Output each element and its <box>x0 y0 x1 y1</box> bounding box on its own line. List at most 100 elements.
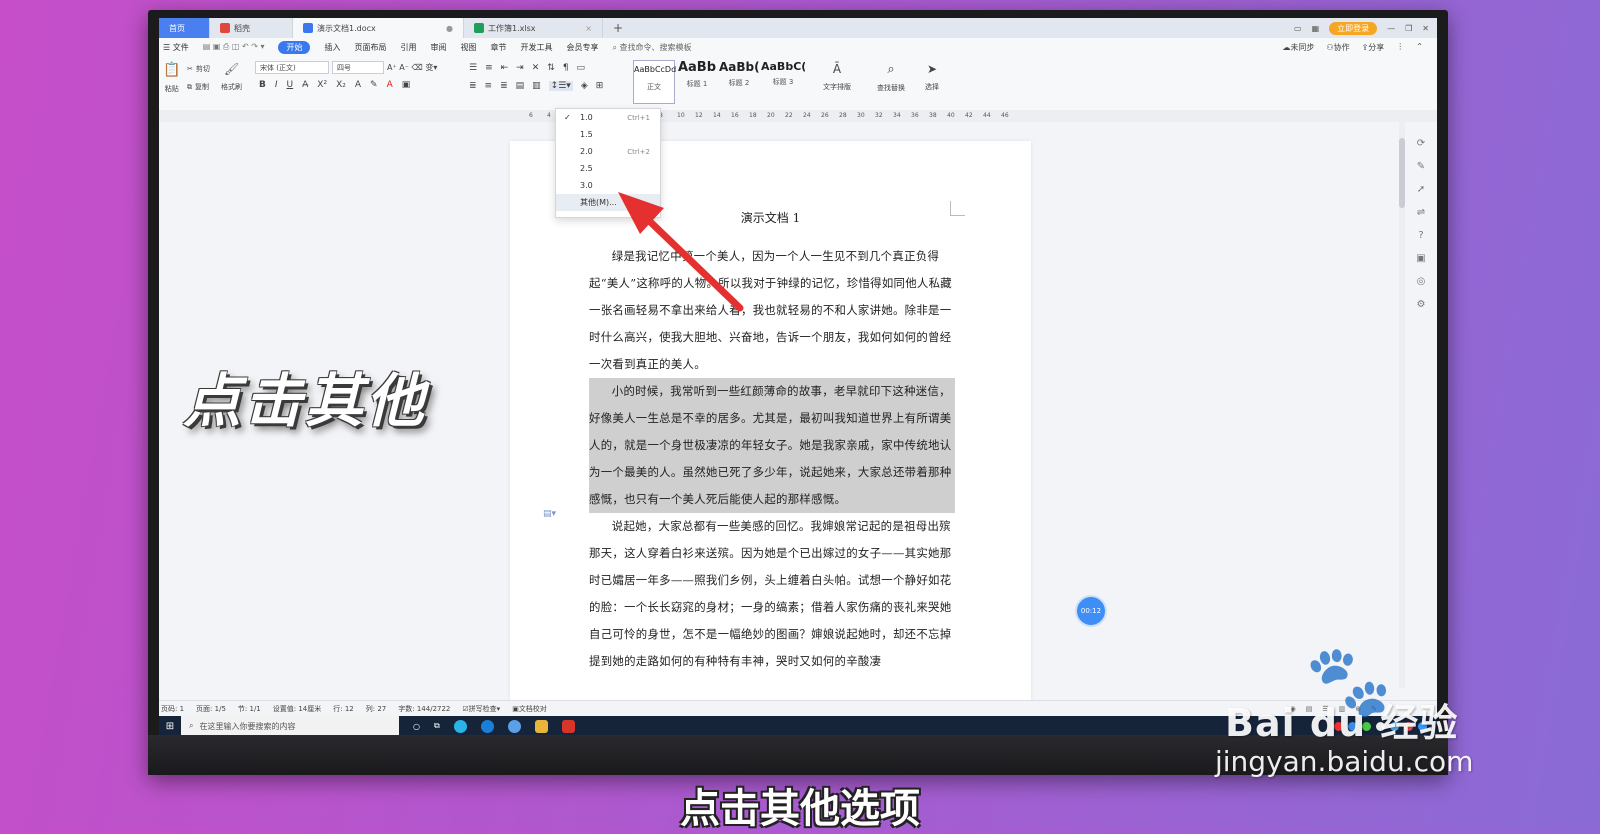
paragraph-anchor-icon[interactable]: ▤▾ <box>543 509 556 519</box>
justify-icon[interactable]: ▤ <box>516 81 525 91</box>
menu-member[interactable]: 会员专享 <box>566 42 598 53</box>
tab-home[interactable]: 首页 <box>159 18 210 38</box>
line-spacing-2-0[interactable]: 2.0 Ctrl+2 <box>556 143 660 160</box>
menu-developer[interactable]: 开发工具 <box>520 42 552 53</box>
cut-button[interactable]: ✂ 剪切 <box>187 64 210 74</box>
text-effect-icon[interactable]: A <box>355 80 361 90</box>
font-size-buttons[interactable]: A⁺ A⁻ ⌫ 变▾ <box>387 62 437 73</box>
collapse-ribbon-icon[interactable]: ⌃ <box>1416 42 1423 53</box>
taskbar-search[interactable]: ⌕ 在这里输入你要搜索的内容 <box>181 716 399 736</box>
adjust-icon[interactable]: ⇌ <box>1417 207 1425 218</box>
browser-icon[interactable] <box>453 719 467 733</box>
more-icon[interactable]: ⋮ <box>1396 42 1404 53</box>
font-size-select[interactable]: 四号 <box>332 61 384 74</box>
document-page[interactable]: 演示文档 1 绿是我记忆中第一个美人，因为一个人一生见不到几个真正负得起“美人”… <box>510 141 1031 701</box>
align-left-icon[interactable]: ≣ <box>469 81 477 91</box>
select-button[interactable]: ➤ 选择 <box>925 62 939 92</box>
style-heading-3[interactable]: AaBbC( 标题 3 <box>761 60 805 102</box>
copy-button[interactable]: ⧉ 复制 <box>187 82 209 92</box>
menu-chapter[interactable]: 章节 <box>490 42 506 53</box>
borders-icon[interactable]: ⊞ <box>596 81 604 91</box>
spell-check-toggle[interactable]: ☑拼写检查▾ <box>462 704 500 714</box>
scroll-thumb[interactable] <box>1399 138 1405 208</box>
windows-start-icon[interactable]: ⊞ <box>159 721 181 732</box>
close-window-icon[interactable]: ✕ <box>1422 24 1429 33</box>
status-word-count[interactable]: 字数: 144/2722 <box>398 704 450 714</box>
italic-icon[interactable]: I <box>275 80 278 90</box>
line-spacing-other[interactable]: 其他(M)... <box>556 194 660 211</box>
location-icon[interactable]: ◎ <box>1417 276 1426 287</box>
document-body[interactable]: 绿是我记忆中第一个美人，因为一个人一生见不到几个真正负得起“美人”这称呼的人物。… <box>589 243 955 675</box>
command-search[interactable]: ⌕ 查找命令、搜索模板 <box>612 42 691 53</box>
status-pages[interactable]: 页面: 1/5 <box>196 704 226 714</box>
sort-icon[interactable]: ⇅ <box>547 63 555 73</box>
align-center-icon[interactable]: ≡ <box>485 81 493 91</box>
paste-button[interactable]: 📋 粘贴 <box>163 62 180 94</box>
menu-start[interactable]: 开始 <box>278 40 311 54</box>
task-view-icon[interactable]: ⧉ <box>434 721 440 731</box>
image-icon[interactable]: ▣ <box>1416 253 1425 264</box>
table-tool-icon[interactable]: ▭ <box>577 63 586 73</box>
pen-icon[interactable]: ✎ <box>1417 161 1425 172</box>
edge-icon[interactable] <box>480 719 494 733</box>
superscript-icon[interactable]: X² <box>317 80 327 90</box>
collab-button[interactable]: ⚇协作 <box>1326 42 1349 53</box>
char-border-icon[interactable]: ▣ <box>402 80 411 90</box>
line-spacing-icon[interactable]: ↕☰▾ <box>548 81 573 91</box>
tab-workbook[interactable]: 工作簿1.xlsx × <box>464 18 603 38</box>
proofread-button[interactable]: ▣文档校对 <box>512 704 547 714</box>
menu-file[interactable]: ☰ 文件 <box>163 42 189 53</box>
increase-indent-icon[interactable]: ⇥ <box>516 63 524 73</box>
ruler[interactable]: 6 4 8 10 12 14 16 18 20 22 24 26 28 30 3… <box>159 110 1437 122</box>
login-button[interactable]: 立即登录 <box>1329 21 1378 35</box>
align-right-icon[interactable]: ≣ <box>500 81 508 91</box>
vertical-scrollbar[interactable] <box>1399 118 1405 688</box>
settings-icon[interactable]: ⚙ <box>1417 299 1426 310</box>
shading-icon[interactable]: ◈ <box>581 81 588 91</box>
menu-page-layout[interactable]: 页面布局 <box>354 42 386 53</box>
decrease-indent-icon[interactable]: ⇤ <box>501 63 509 73</box>
wps-icon[interactable] <box>561 719 575 733</box>
text-layout-button[interactable]: Ā 文字排版 <box>823 62 851 92</box>
format-painter-button[interactable]: 🖌 格式刷 <box>221 62 242 92</box>
menu-view[interactable]: 视图 <box>460 42 476 53</box>
style-pane-icon[interactable]: ⟳ <box>1417 138 1425 149</box>
share-button[interactable]: ⇪分享 <box>1362 42 1385 53</box>
chinese-layout-icon[interactable]: ✕ <box>532 63 540 73</box>
close-icon[interactable]: ● <box>446 24 453 33</box>
layout-icon[interactable]: ▭ <box>1294 24 1302 33</box>
tab-docer[interactable]: 稻壳 <box>210 18 293 38</box>
close-icon[interactable]: × <box>585 24 592 33</box>
style-normal[interactable]: AaBbCcDd 正文 <box>633 60 676 104</box>
grid-icon[interactable]: ▦ <box>1312 24 1320 33</box>
highlight-icon[interactable]: ✎ <box>370 80 378 90</box>
bullets-icon[interactable]: ☰ <box>469 63 477 73</box>
show-marks-icon[interactable]: ¶ <box>563 63 569 73</box>
find-replace-button[interactable]: ⌕ 查找替换 <box>877 62 905 93</box>
line-spacing-1-0[interactable]: ✓ 1.0 Ctrl+1 <box>556 109 660 126</box>
underline-icon[interactable]: U <box>287 80 294 90</box>
tab-document[interactable]: 演示文档1.docx ● <box>293 18 464 38</box>
style-heading-2[interactable]: AaBb( 标题 2 <box>719 60 759 102</box>
folder-icon[interactable] <box>534 719 548 733</box>
menu-references[interactable]: 引用 <box>400 42 416 53</box>
line-spacing-3-0[interactable]: 3.0 <box>556 177 660 194</box>
pointer-icon[interactable]: ➚ <box>1417 184 1425 195</box>
restore-icon[interactable]: ❐ <box>1405 24 1412 33</box>
strikethrough-icon[interactable]: A̶ <box>302 80 308 90</box>
line-spacing-2-5[interactable]: 2.5 <box>556 160 660 177</box>
sync-button[interactable]: ☁未同步 <box>1282 42 1314 53</box>
numbering-icon[interactable]: ≡ <box>485 63 493 73</box>
line-spacing-1-5[interactable]: 1.5 <box>556 126 660 143</box>
menu-review[interactable]: 审阅 <box>430 42 446 53</box>
font-name-select[interactable]: 宋体 (正文) <box>255 61 329 74</box>
bold-icon[interactable]: B <box>259 80 266 90</box>
font-color-icon[interactable]: A <box>387 80 393 90</box>
add-tab-button[interactable]: + <box>603 18 633 38</box>
menu-insert[interactable]: 插入 <box>324 42 340 53</box>
app-icon[interactable] <box>507 719 521 733</box>
cortana-icon[interactable]: ○ <box>413 722 420 731</box>
minimize-icon[interactable]: — <box>1387 24 1395 33</box>
help-icon[interactable]: ? <box>1418 230 1423 241</box>
distributed-icon[interactable]: ▥ <box>532 81 541 91</box>
